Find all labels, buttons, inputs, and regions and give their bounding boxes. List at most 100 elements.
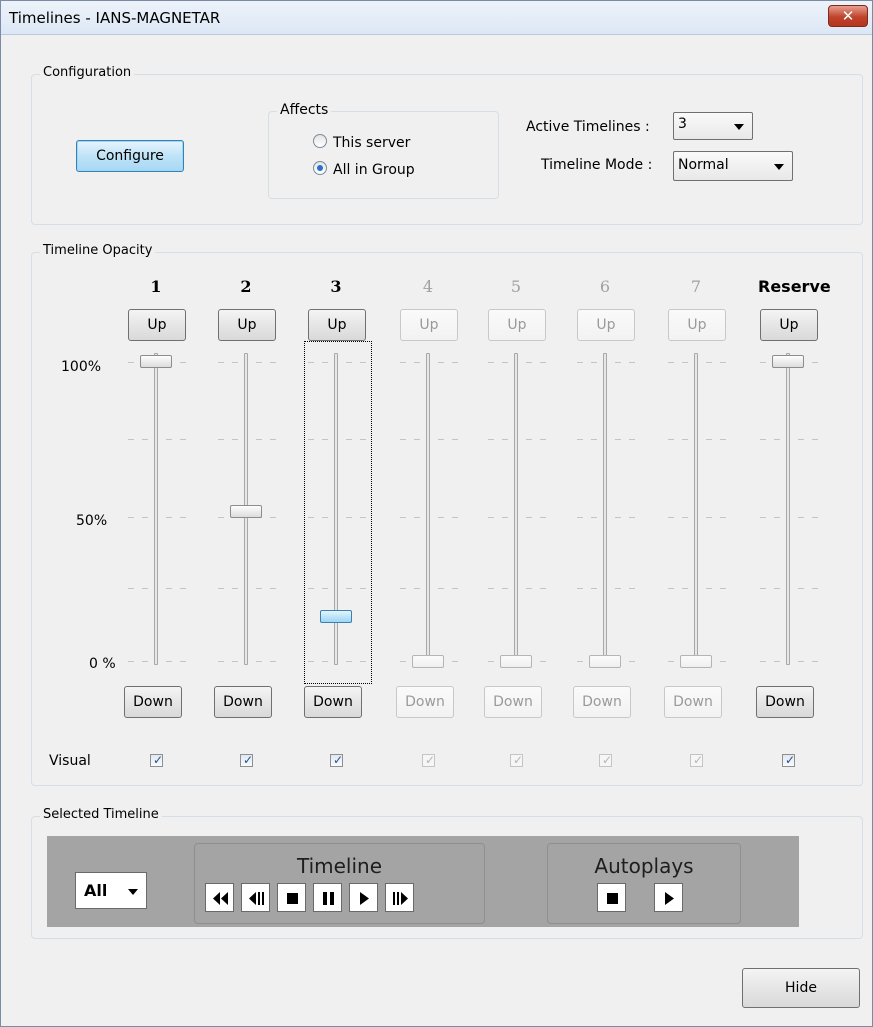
slider-tick-right [180,661,186,662]
slider-tick-right [720,439,726,440]
slider-thumb-1[interactable] [140,355,172,368]
slider-tick-right [629,362,635,363]
up-button-3[interactable]: Up [308,309,366,341]
slider-tick-left [414,362,420,363]
slider-tick-right [180,362,186,363]
active-timelines-select[interactable]: 3 [673,112,753,140]
slider-tick-left [577,439,583,440]
slider-tick-left [142,439,148,440]
slider-tick-right [720,588,726,589]
autoplay-play-button[interactable] [654,883,683,912]
slider-tick-left [128,439,134,440]
slider-tick-right [526,588,532,589]
checkmark-icon: ✓ [513,753,524,767]
hide-button[interactable]: Hide [742,968,860,1008]
slider-tick-right [346,588,352,589]
slider-tick-right [526,362,532,363]
slider-thumb-5 [500,655,532,668]
slider-tick-left [488,588,494,589]
slider-tick-left [128,588,134,589]
stop-button[interactable] [277,883,306,912]
slider-tick-right [256,588,262,589]
slider-tick-right [812,661,818,662]
slider-tick-left [414,517,420,518]
slider-tick-left [128,517,134,518]
close-button[interactable]: ✕ [828,5,868,27]
slider-tick-left [400,588,406,589]
slider-tick-left [591,439,597,440]
down-button-3[interactable]: Down [304,686,362,718]
slider-tick-right [346,661,352,662]
play-button[interactable] [349,883,378,912]
title-bar[interactable]: Timelines - IANS-MAGNETAR ✕ [1,1,872,35]
chevron-down-icon [774,164,784,170]
slider-tick-right [360,517,366,518]
visual-checkbox-3[interactable]: ✓ [330,753,343,767]
column-header-5: 5 [510,277,522,296]
slider-tick-left [760,588,766,589]
slider-tick-right [360,588,366,589]
slider-tick-left [308,661,314,662]
timeline-controls-title: Timeline [296,854,383,878]
column-header-3: 3 [330,277,342,296]
pause-icon [323,892,334,905]
up-button-reserve[interactable]: Up [760,309,818,341]
timeline-target-select[interactable]: All [75,872,147,909]
slider-tick-left [400,362,406,363]
slider-tick-right [360,362,366,363]
slider-tick-left [218,517,224,518]
slider-tick-right [540,517,546,518]
slider-thumb-3[interactable] [320,610,352,623]
slider-tick-left [308,517,314,518]
slider-tick-left [774,439,780,440]
slider-thumb-reserve[interactable] [772,355,804,368]
slider-tick-left [668,588,674,589]
slider-tick-left [682,517,688,518]
timelines-window: Timelines - IANS-MAGNETAR ✕ Configuratio… [0,0,873,1027]
slider-tick-left [668,439,674,440]
down-button-reserve[interactable]: Down [756,686,814,718]
radio-this-server-indicator[interactable] [313,134,327,148]
up-button-5: Up [488,309,546,341]
slider-track-reserve[interactable] [786,353,790,665]
rewind-button[interactable] [205,883,234,912]
step-forward-icon [393,892,408,905]
slider-tick-right [629,588,635,589]
visual-checkbox-1[interactable]: ✓ [150,753,163,767]
slider-tick-left [142,517,148,518]
timeline-opacity-group-label: Timeline Opacity [40,243,156,258]
slider-tick-right [615,439,621,440]
down-button-1[interactable]: Down [124,686,182,718]
radio-all-in-group[interactable]: All in Group [313,161,415,178]
slider-tick-right [256,661,262,662]
radio-all-in-group-indicator[interactable] [313,161,327,175]
up-button-1[interactable]: Up [128,309,186,341]
visual-checkbox-2[interactable]: ✓ [240,753,253,767]
slider-tick-right [615,517,621,518]
stop-icon [287,893,298,904]
slider-thumb-7 [680,655,712,668]
radio-this-server[interactable]: This server [313,134,410,151]
autoplay-stop-button[interactable] [597,883,626,912]
radio-all-in-group-label: All in Group [333,162,415,178]
timeline-mode-select[interactable]: Normal [673,151,793,181]
up-button-2[interactable]: Up [218,309,276,341]
pause-button[interactable] [313,883,342,912]
slider-focus-rect [304,341,372,684]
down-button-2[interactable]: Down [214,686,272,718]
step-forward-button[interactable] [385,883,414,912]
slider-track-1[interactable] [154,353,158,665]
configure-button[interactable]: Configure [76,140,184,172]
timeline-mode-value: Normal [678,157,729,173]
rewind-icon [213,892,228,905]
down-button-7: Down [664,686,722,718]
visual-checkbox-reserve[interactable]: ✓ [782,753,795,767]
slider-tick-right [706,588,712,589]
slider-tick-right [360,661,366,662]
slider-thumb-2[interactable] [230,505,262,518]
slider-tick-left [577,362,583,363]
step-back-button[interactable] [241,883,270,912]
slider-tick-left [414,588,420,589]
down-button-6: Down [573,686,631,718]
column-header-reserve: Reserve [758,277,831,296]
